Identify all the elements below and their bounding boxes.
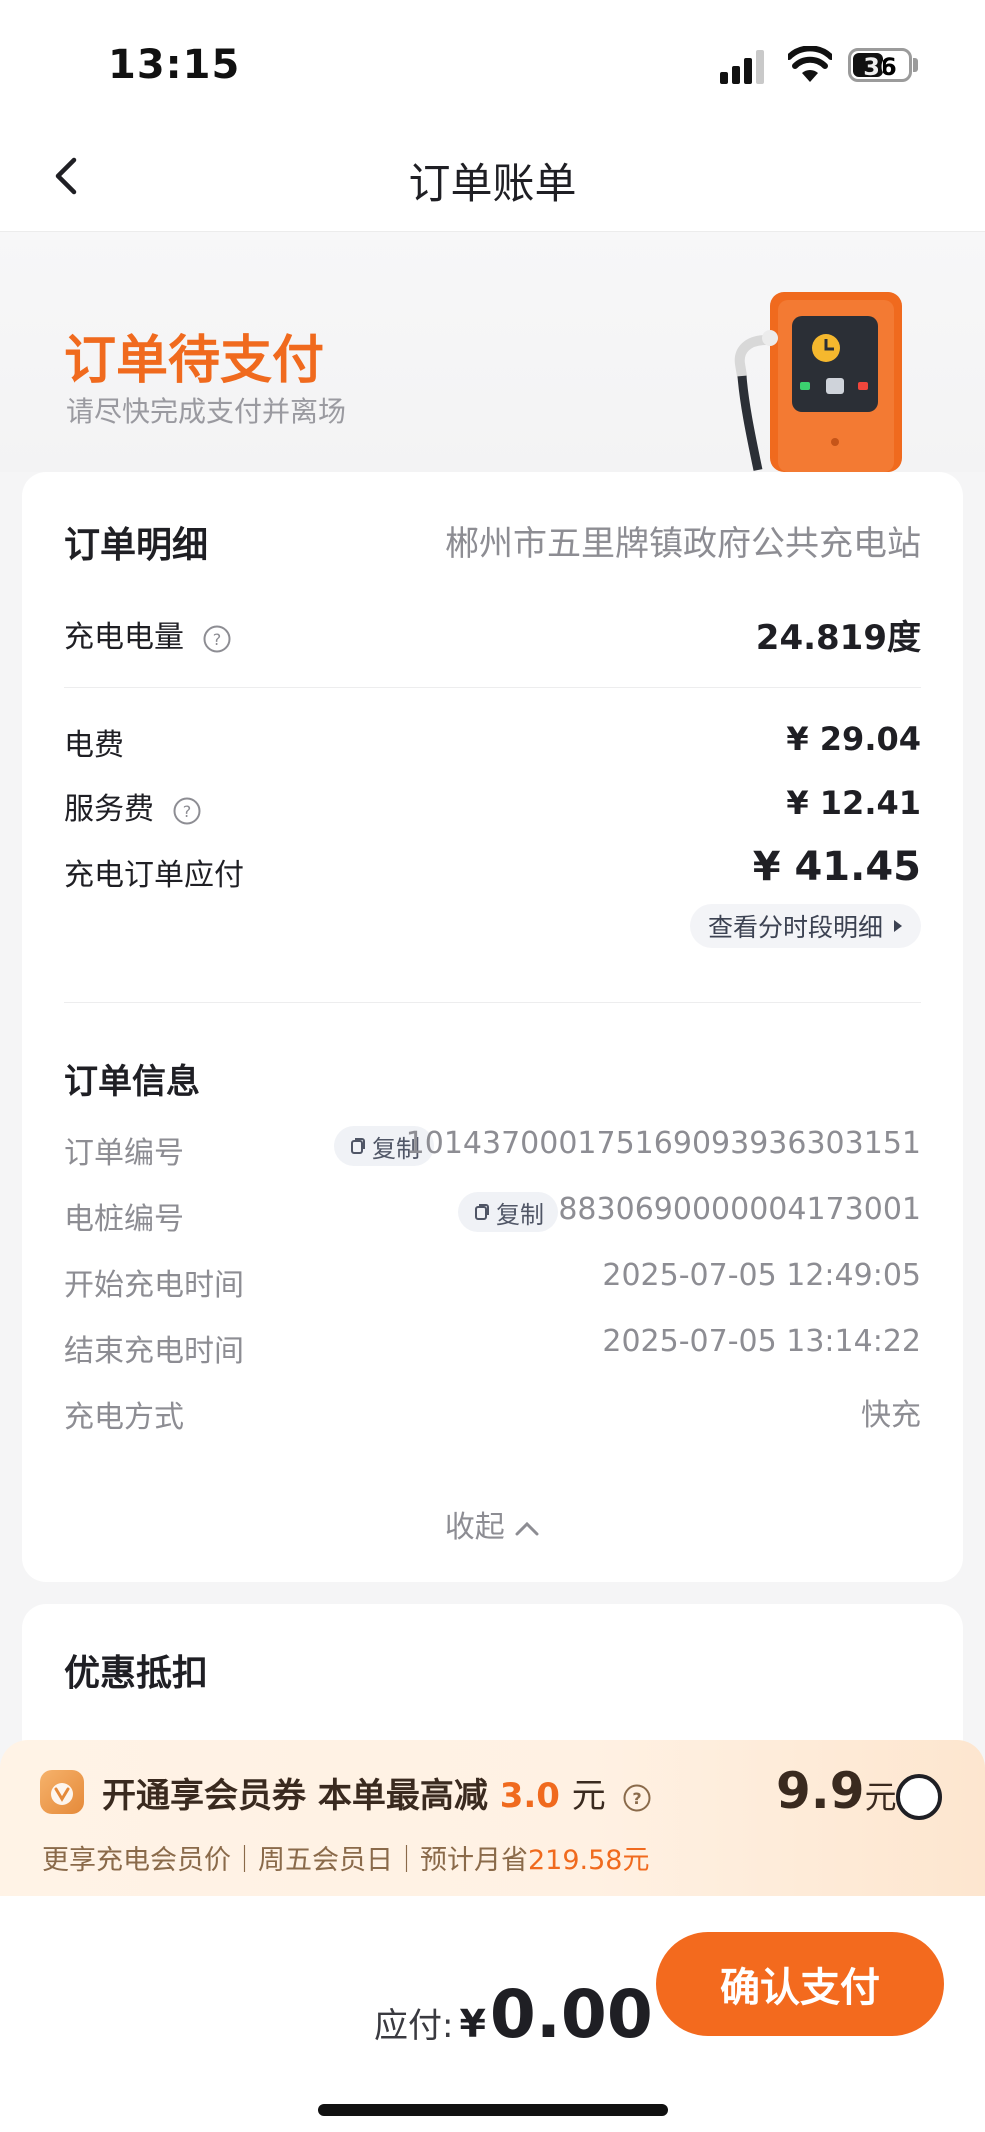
discount-title: 优惠抵扣 <box>64 1653 209 1694</box>
member-discount-amount: 3.0 <box>499 1776 560 1816</box>
order-status-header: 订单待支付 请尽快完成支付并离场 <box>0 232 985 472</box>
order-no-value: 1014370001751690939363031​51 <box>405 1126 921 1161</box>
member-discount-unit: 元 <box>571 1776 606 1816</box>
signal-icon <box>720 50 768 84</box>
chevron-up-icon <box>515 1521 539 1535</box>
collapse-button[interactable]: 收起 <box>22 1502 963 1546</box>
end-time-value: 2025-07-05 13:14:22 <box>602 1324 921 1359</box>
help-icon[interactable]: ? <box>172 796 202 826</box>
member-promo-text: 开通享会员券 本单最高减 <box>102 1776 488 1816</box>
member-promo-title: 开通享会员券 本单最高减 3.0 元 ? <box>102 1768 652 1817</box>
svg-text:?: ? <box>212 630 221 649</box>
divider <box>64 1002 921 1003</box>
payable-amount: 应付: ¥0.00 <box>374 1976 653 2053</box>
start-time-value: 2025-07-05 12:49:05 <box>602 1258 921 1293</box>
payment-bar: 应付: ¥0.00 确认支付 <box>0 1896 985 2132</box>
member-benefits: 更享充电会员价｜周五会员日｜预计月省 <box>42 1845 528 1876</box>
electricity-fee-value: ¥ 29.04 <box>786 720 921 758</box>
battery-tip <box>913 58 918 72</box>
help-icon[interactable]: ? <box>202 624 232 654</box>
order-status-subtitle: 请尽快完成支付并离场 <box>66 395 347 428</box>
copy-pile-no-button[interactable]: 复制 <box>458 1192 558 1232</box>
collapse-label: 收起 <box>444 1510 505 1545</box>
member-select-radio[interactable] <box>896 1774 942 1820</box>
energy-value: 24.819度 <box>755 618 921 658</box>
energy-row: 充电电量 ? <box>64 612 232 656</box>
payable-label: 应付: <box>374 2006 454 2046</box>
electricity-fee-label: 电费 <box>64 728 124 763</box>
service-fee-value: ¥ 12.41 <box>786 784 921 822</box>
member-monthly-saving: 219.58元 <box>528 1845 650 1876</box>
help-icon[interactable]: ? <box>622 1783 652 1813</box>
confirm-pay-button[interactable]: 确认支付 <box>656 1932 944 2036</box>
home-indicator <box>318 2104 668 2116</box>
wifi-icon <box>788 46 832 82</box>
detail-link-label: 查看分时段明细 <box>707 913 883 942</box>
copy-label: 复制 <box>496 1200 544 1229</box>
caret-right-icon <box>894 920 902 932</box>
service-fee-label: 服务费 <box>64 792 154 827</box>
start-time-label: 开始充电时间 <box>64 1268 244 1303</box>
divider <box>64 687 921 688</box>
member-price-unit: 元 <box>864 1778 897 1816</box>
time-period-detail-link[interactable]: 查看分时段明细 <box>689 904 921 948</box>
member-promo-subtitle: 更享充电会员价｜周五会员日｜预计月省219.58元 <box>42 1838 649 1877</box>
charger-illustration <box>734 292 902 472</box>
service-fee-row: 服务费 ? <box>64 784 202 828</box>
order-detail-card: 订单明细 郴州市五里牌镇政府公共充电站 充电电量 ? 24.819度 电费 ¥ … <box>22 472 963 1582</box>
status-bar: 13:15 36 <box>0 0 985 120</box>
total-label: 充电订单应付 <box>64 858 244 893</box>
status-time: 13:15 <box>108 42 241 88</box>
copy-icon <box>475 1204 489 1220</box>
station-name: 郴州市五里牌镇政府公共充电站 <box>445 524 921 564</box>
currency-symbol: ¥ <box>459 2002 486 2046</box>
payable-value: 0.00 <box>489 1976 653 2053</box>
member-promo-bar[interactable]: 开通享会员券 本单最高减 3.0 元 ? 更享充电会员价｜周五会员日｜预计月省2… <box>0 1740 985 1896</box>
vip-badge-icon <box>40 1770 84 1814</box>
svg-text:?: ? <box>632 1789 641 1808</box>
page-title: 订单账单 <box>408 159 577 208</box>
svg-text:?: ? <box>182 802 191 821</box>
member-price-value: 9.9 <box>776 1762 865 1820</box>
charge-mode-label: 充电方式 <box>64 1400 184 1435</box>
total-value: ¥ 41.45 <box>752 844 921 890</box>
charge-mode-value: 快充 <box>861 1398 921 1433</box>
order-status-title: 订单待支付 <box>64 331 325 391</box>
pile-no-value: 883069000000417300​1 <box>558 1192 921 1227</box>
order-info-title: 订单信息 <box>64 1062 200 1102</box>
member-price: 9.9元 <box>776 1762 897 1820</box>
end-time-label: 结束充电时间 <box>64 1334 244 1369</box>
battery-icon: 36 <box>848 48 912 82</box>
copy-icon <box>351 1138 365 1154</box>
energy-label: 充电电量 <box>64 620 184 655</box>
nav-bar: 订单账单 <box>0 120 985 232</box>
order-detail-title: 订单明细 <box>64 525 209 566</box>
order-no-label: 订单编号 <box>64 1136 184 1171</box>
battery-level: 36 <box>863 53 897 81</box>
pile-no-label: 电桩编号 <box>64 1202 184 1237</box>
